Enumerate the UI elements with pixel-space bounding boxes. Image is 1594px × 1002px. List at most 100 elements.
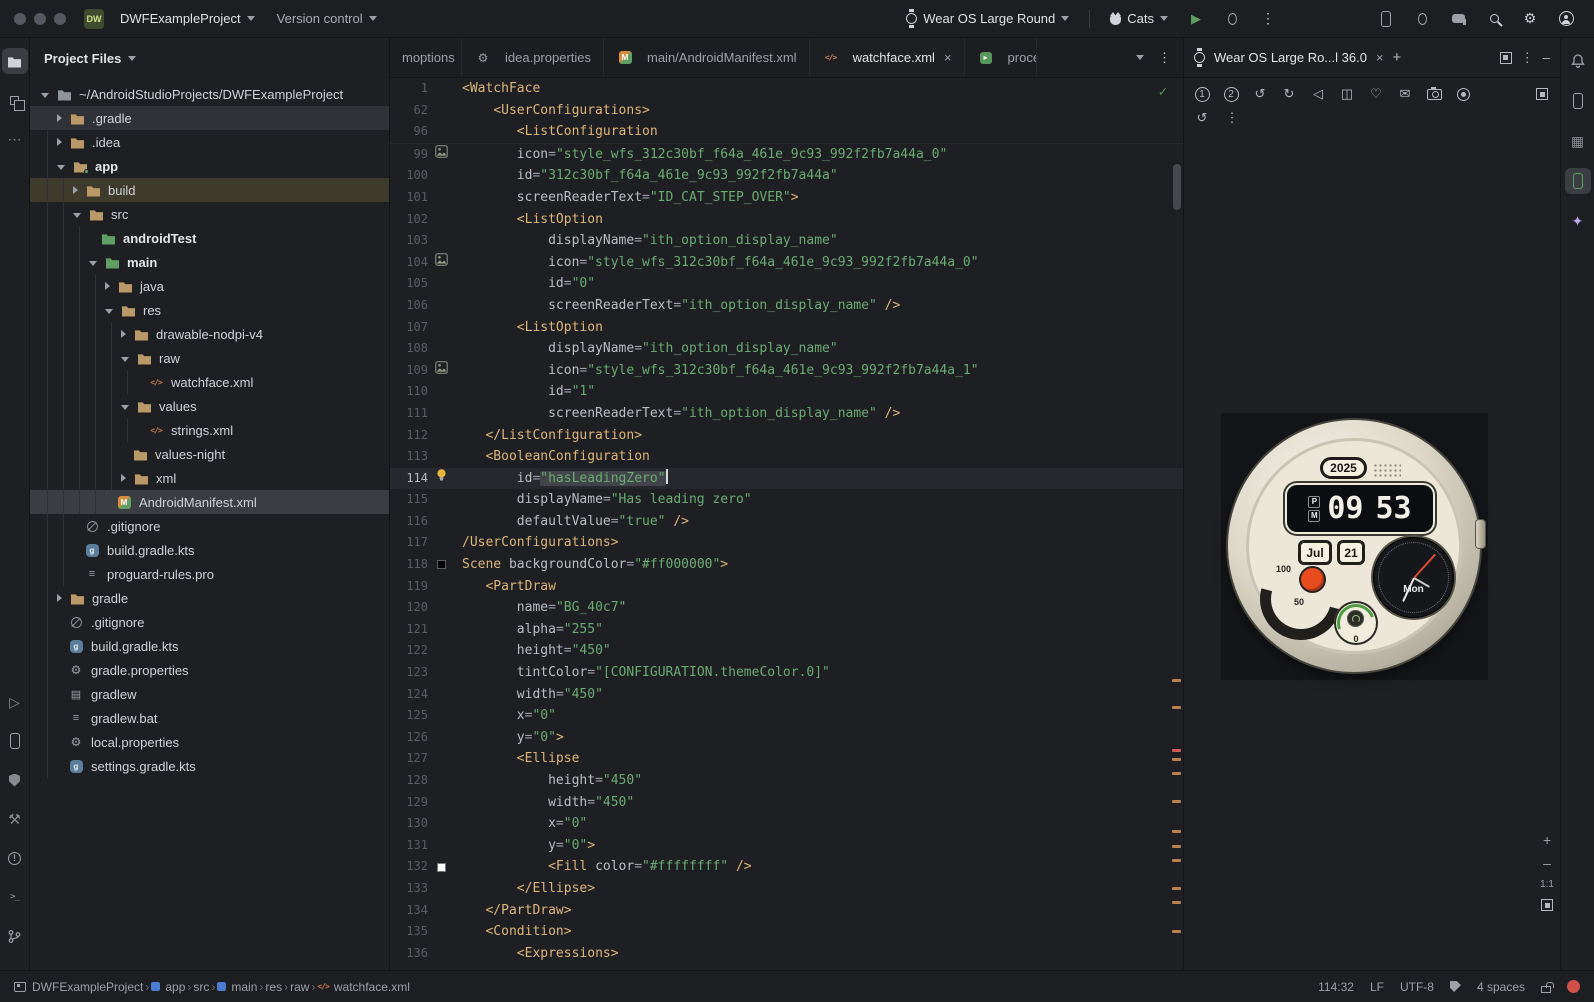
line-number[interactable]: 130 — [390, 813, 428, 835]
line-number[interactable]: 116 — [390, 511, 428, 533]
tree-item-values[interactable]: values — [30, 394, 389, 418]
code-line-122[interactable]: 122 height="450" — [390, 640, 1183, 662]
code-line-114[interactable]: 114 id="hasLeadingZero" — [390, 467, 1183, 490]
code-line-96[interactable]: 96 <ListConfiguration — [390, 121, 1183, 143]
vcs-menu[interactable]: Version control — [271, 7, 383, 30]
code-line-121[interactable]: 121 alpha="255" — [390, 619, 1183, 641]
line-number[interactable]: 103 — [390, 230, 428, 252]
code-line-116[interactable]: 116 defaultValue="true" /> — [390, 511, 1183, 533]
tab-watchface-xml[interactable]: </> watchface.xml × — [809, 38, 965, 77]
code-text[interactable]: defaultValue="true" /> — [462, 511, 689, 533]
code-line-109[interactable]: 109 icon="style_wfs_312c30bf_f64a_461e_9… — [390, 360, 1183, 382]
breadcrumb-item-raw[interactable]: raw — [290, 980, 309, 994]
tag-icon[interactable] — [1449, 981, 1461, 992]
change-stripe-mark[interactable] — [1172, 901, 1181, 904]
line-number[interactable]: 117 — [390, 532, 428, 554]
code-text[interactable]: /UserConfigurations> — [462, 532, 619, 554]
app-insights-tool-button[interactable] — [2, 767, 28, 793]
unlock-icon[interactable] — [1541, 981, 1554, 993]
code-line-118[interactable]: 118 Scene backgroundColor="#ff000000"> — [390, 554, 1183, 576]
line-number[interactable]: 104 — [390, 252, 428, 274]
code-text[interactable]: <ListOption — [462, 209, 603, 231]
tree-item-src[interactable]: src — [30, 202, 389, 226]
change-stripe-mark[interactable] — [1172, 800, 1181, 803]
build-tool-button[interactable]: ⚒ — [2, 806, 28, 832]
code-line-104[interactable]: 104 icon="style_wfs_312c30bf_f64a_461e_9… — [390, 252, 1183, 274]
device-mirroring-button[interactable] — [1372, 5, 1400, 33]
drawable-preview-icon[interactable] — [434, 144, 448, 166]
tree-item-settings-gradle-kts[interactable]: g settings.gradle.kts — [30, 754, 389, 778]
code-text[interactable]: tintColor="[CONFIGURATION.themeColor.0]" — [462, 662, 830, 684]
tree-item-watchface-xml[interactable]: </> watchface.xml — [30, 370, 389, 394]
terminal-tool-button[interactable]: >_ — [2, 884, 28, 910]
chevron-down-icon[interactable] — [105, 308, 113, 314]
line-number[interactable]: 110 — [390, 381, 428, 403]
structure-tool-button[interactable] — [2, 87, 28, 113]
code-text[interactable]: height="450" — [462, 640, 611, 662]
change-stripe-mark[interactable] — [1172, 706, 1181, 709]
code-text[interactable]: x="0" — [462, 813, 587, 835]
camera-button[interactable] — [1426, 86, 1442, 100]
line-number[interactable]: 107 — [390, 317, 428, 339]
chevron-down-icon[interactable] — [89, 260, 97, 266]
run-tool-button[interactable]: ▷ — [2, 689, 28, 715]
project-menu[interactable]: DWFExampleProject — [114, 7, 261, 30]
tab-options-button[interactable]: ⋮ — [1158, 50, 1171, 66]
code-text[interactable]: screenReaderText="ith_option_display_nam… — [462, 295, 900, 317]
more-button[interactable]: ⋮ — [1224, 110, 1240, 126]
code-text[interactable]: screenReaderText="ID_CAT_STEP_OVER"> — [462, 187, 799, 209]
run-button[interactable]: ▶ — [1182, 5, 1210, 33]
line-number[interactable]: 124 — [390, 684, 428, 706]
line-number[interactable]: 121 — [390, 619, 428, 641]
code-line-115[interactable]: 115 displayName="Has leading zero" — [390, 489, 1183, 511]
more-tools-tool-button[interactable]: ⋯ — [2, 126, 28, 152]
line-number[interactable]: 125 — [390, 705, 428, 727]
zoom-out-button[interactable]: – — [1543, 856, 1551, 870]
change-stripe-mark[interactable] — [1172, 859, 1181, 862]
code-line-101[interactable]: 101 screenReaderText="ID_CAT_STEP_OVER"> — [390, 187, 1183, 209]
code-line-127[interactable]: 127 <Ellipse — [390, 748, 1183, 770]
cursor-position[interactable]: 114:32 — [1318, 980, 1354, 994]
line-number[interactable]: 126 — [390, 727, 428, 749]
line-number[interactable]: 113 — [390, 446, 428, 468]
tab-idea-properties[interactable]: ⚙ idea.properties — [462, 38, 604, 77]
breadcrumb-item-app[interactable]: app — [151, 980, 185, 994]
change-stripe-mark[interactable] — [1172, 772, 1181, 775]
line-number[interactable]: 133 — [390, 878, 428, 900]
code-line-128[interactable]: 128 height="450" — [390, 770, 1183, 792]
line-number[interactable]: 109 — [390, 360, 428, 382]
code-text[interactable]: width="450" — [462, 792, 634, 814]
code-text[interactable]: <PartDraw — [462, 576, 555, 598]
editor-scrollbar[interactable] — [1173, 164, 1181, 210]
line-number[interactable]: 62 — [390, 100, 428, 122]
line-number[interactable]: 106 — [390, 295, 428, 317]
breadcrumb-item-res[interactable]: res — [265, 980, 282, 994]
code-line-130[interactable]: 130 x="0" — [390, 813, 1183, 835]
code-line-129[interactable]: 129 width="450" — [390, 792, 1183, 814]
code-line-102[interactable]: 102 <ListOption — [390, 209, 1183, 231]
line-separator[interactable]: LF — [1370, 980, 1384, 994]
code-text[interactable]: id="0" — [462, 273, 595, 295]
code-line-108[interactable]: 108 displayName="ith_option_display_name… — [390, 338, 1183, 360]
code-line-111[interactable]: 111 screenReaderText="ith_option_display… — [390, 403, 1183, 425]
tree-item-androidmanifest-xml[interactable]: M AndroidManifest.xml — [30, 490, 389, 514]
change-stripe-mark[interactable] — [1172, 845, 1181, 848]
indent-setting[interactable]: 4 spaces — [1477, 980, 1525, 994]
line-number[interactable]: 129 — [390, 792, 428, 814]
tree-item-res[interactable]: res — [30, 298, 389, 322]
tree-item-androidtest[interactable]: androidTest — [30, 226, 389, 250]
tab-processdebug[interactable]: ▸ processDebug — [965, 38, 1037, 77]
code-text[interactable]: displayName="ith_option_display_name" — [462, 338, 838, 360]
code-line-105[interactable]: 105 id="0" — [390, 273, 1183, 295]
pose-button[interactable]: ◫ — [1339, 86, 1355, 102]
tree-item-raw[interactable]: raw — [30, 346, 389, 370]
code-line-132[interactable]: 132 <Fill color="#ffffffff" /> — [390, 856, 1183, 878]
tab-main-androidmanifest-xml[interactable]: Mmain/AndroidManifest.xml — [604, 38, 810, 77]
inspection-ok-icon[interactable]: ✓ — [1159, 84, 1167, 100]
code-line-124[interactable]: 124 width="450" — [390, 684, 1183, 706]
code-text[interactable]: <Fill color="#ffffffff" /> — [462, 856, 752, 878]
line-number[interactable]: 119 — [390, 576, 428, 598]
line-number[interactable]: 115 — [390, 489, 428, 511]
close-window-button[interactable] — [14, 12, 26, 25]
code-line-131[interactable]: 131 y="0"> — [390, 835, 1183, 857]
